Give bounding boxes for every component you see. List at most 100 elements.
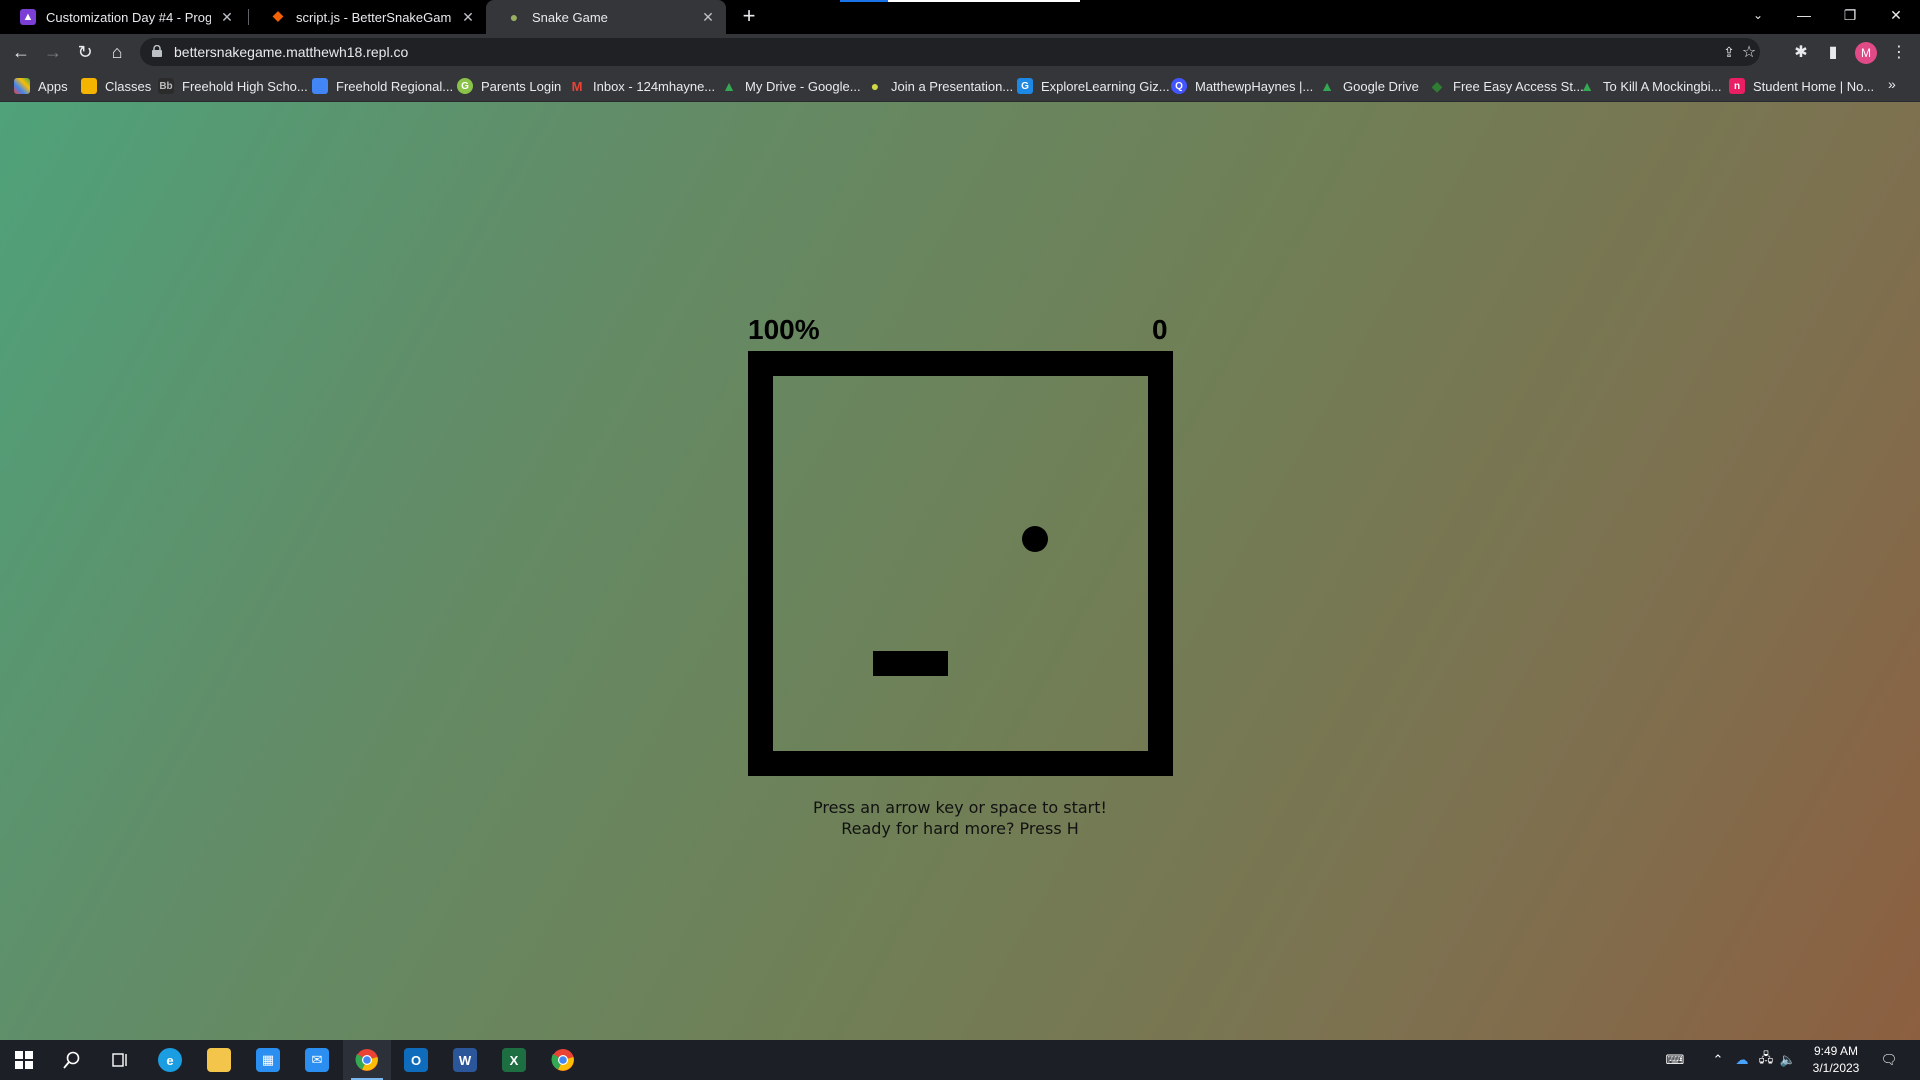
loading-indicator [840, 0, 888, 2]
network-icon[interactable]: 🖧 [1754, 1040, 1778, 1080]
hard-mode-instruction: Ready for hard more? Press H [841, 819, 1079, 838]
outlook-icon: O [404, 1048, 428, 1072]
close-window-button[interactable]: ✕ [1873, 0, 1919, 30]
gizmos-icon: G [1017, 78, 1033, 94]
extensions-icon[interactable]: ✱ [1787, 38, 1815, 66]
system-clock[interactable]: 9:49 AM 3/1/2023 [1806, 1043, 1866, 1077]
search-button[interactable] [48, 1040, 96, 1080]
tab-title: script.js - BetterSnakeGame - Rep [296, 9, 452, 25]
taskbar-edge[interactable]: e [146, 1040, 194, 1080]
bookmark-student-home[interactable]: n Student Home | No... [1729, 77, 1874, 95]
taskbar-excel[interactable]: X [490, 1040, 538, 1080]
show-hidden-icons-icon[interactable]: ⌃ [1706, 1040, 1730, 1080]
reload-button[interactable]: ↻ [71, 38, 99, 66]
food-dot [1022, 526, 1048, 552]
menu-icon[interactable]: ⋮ [1885, 38, 1913, 66]
snake-icon: ● [509, 9, 519, 25]
tab-title: Snake Game [532, 9, 608, 25]
profile-avatar[interactable]: M [1855, 42, 1877, 64]
bookmark-label: To Kill A Mockingbi... [1603, 78, 1722, 94]
start-button[interactable] [0, 1040, 48, 1080]
bookmark-label: Freehold Regional... [336, 78, 454, 94]
close-icon[interactable]: ✕ [700, 9, 716, 25]
more-bookmarks-icon[interactable]: » [1888, 76, 1896, 92]
new-tab-button[interactable]: + [737, 5, 761, 29]
tab-customization[interactable]: ▲ Customization Day #4 - Progress ✕ [0, 0, 245, 34]
restore-button[interactable]: ❐ [1827, 0, 1873, 30]
bookmark-to-kill-a-mockingbird[interactable]: ▲ To Kill A Mockingbi... [1579, 77, 1722, 95]
bookmark-label: Parents Login [481, 78, 562, 94]
taskbar-store[interactable]: ▦ [244, 1040, 292, 1080]
bookmark-freehold-high[interactable]: Bb Freehold High Scho... [158, 77, 308, 95]
volume-icon[interactable]: 🔈 [1776, 1040, 1800, 1080]
bookmark-label: Join a Presentation... [891, 78, 1014, 94]
bookmark-label: Freehold High Scho... [182, 78, 308, 94]
chrome-icon [355, 1049, 378, 1071]
bookmark-label: Student Home | No... [1753, 78, 1875, 94]
taskbar-file-explorer[interactable] [195, 1040, 243, 1080]
task-view-button[interactable] [96, 1040, 144, 1080]
keyboard-icon[interactable]: ⌨ [1658, 1040, 1692, 1080]
store-icon: ▦ [256, 1048, 280, 1072]
taskbar-word[interactable]: W [441, 1040, 489, 1080]
bookmark-label: MatthewpHaynes |... [1195, 78, 1314, 94]
bookmark-join-presentation[interactable]: ● Join a Presentation... [867, 77, 1013, 95]
chrome-icon [551, 1049, 574, 1071]
calendar-icon [312, 78, 328, 94]
tab-script-js[interactable]: ⯁ script.js - BetterSnakeGame - Rep ✕ [250, 0, 486, 34]
bookmark-explorelearning[interactable]: G ExploreLearning Giz... [1017, 77, 1170, 95]
bookmark-google-drive[interactable]: ▲ Google Drive [1319, 77, 1419, 95]
bookmark-apps[interactable]: Apps [14, 77, 68, 95]
forward-button[interactable]: → [39, 38, 67, 66]
tab-snake-game[interactable]: ● Snake Game ✕ [486, 0, 726, 34]
bookmark-label: Free Easy Access St... [1453, 78, 1584, 94]
search-icon [63, 1051, 80, 1069]
genesis-icon: G [457, 78, 473, 94]
close-icon[interactable]: ✕ [460, 9, 476, 25]
bookmark-parents-login[interactable]: G Parents Login [457, 77, 561, 95]
bookmark-freehold-regional[interactable]: Freehold Regional... [312, 77, 453, 95]
close-icon[interactable]: ✕ [219, 9, 235, 25]
edge-icon: e [158, 1048, 182, 1072]
taskbar-chrome-2[interactable] [539, 1040, 587, 1080]
home-button[interactable]: ⌂ [103, 38, 131, 66]
drive-icon: ▲ [1580, 78, 1594, 94]
file-explorer-icon [207, 1048, 231, 1072]
minimize-button[interactable]: — [1781, 0, 1827, 30]
bookmark-label: ExploreLearning Giz... [1041, 78, 1170, 94]
bookmark-inbox[interactable]: M Inbox - 124mhayne... [569, 77, 716, 95]
classroom-icon: ▲ [20, 9, 36, 25]
taskbar-outlook[interactable]: O [392, 1040, 440, 1080]
bookmark-label: My Drive - Google... [745, 78, 861, 94]
task-view-icon [112, 1053, 127, 1067]
bookmark-quizlet[interactable]: Q MatthewpHaynes |... [1171, 77, 1313, 95]
apps-grid-icon [14, 78, 30, 94]
taskbar-mail[interactable]: ✉ [293, 1040, 341, 1080]
classes-icon [81, 78, 97, 94]
noredink-icon: n [1729, 78, 1745, 94]
bookmark-classes[interactable]: Classes [81, 77, 151, 95]
notifications-icon[interactable]: 🗨 [1872, 1040, 1906, 1080]
tab-strip: ▲ Customization Day #4 - Progress ✕ ⯁ sc… [0, 0, 1920, 34]
side-panel-icon[interactable]: ▮ [1819, 38, 1847, 66]
bookmark-star-icon[interactable]: ☆ [1735, 38, 1763, 66]
bookmark-label: Google Drive [1343, 78, 1419, 94]
address-bar[interactable]: bettersnakegame.matthewh18.repl.co ⇪ ☆ [140, 38, 1760, 66]
gmail-icon: M [571, 78, 583, 94]
back-button[interactable]: ← [7, 38, 35, 66]
excel-icon: X [502, 1048, 526, 1072]
drive-icon: ▲ [1320, 78, 1334, 94]
taskbar-chrome[interactable] [343, 1040, 391, 1080]
start-instruction: Press an arrow key or space to start! [813, 798, 1107, 817]
tab-title: Customization Day #4 - Progress [46, 9, 211, 25]
loading-indicator-track [888, 0, 1080, 2]
bookmark-my-drive[interactable]: ▲ My Drive - Google... [721, 77, 861, 95]
bookmark-free-easy-access[interactable]: ◆ Free Easy Access St... [1429, 77, 1584, 95]
bookmark-label: Classes [105, 78, 152, 94]
url-text: bettersnakegame.matthewh18.repl.co [174, 44, 409, 60]
game-board[interactable] [748, 351, 1173, 776]
onedrive-icon[interactable]: ☁ [1730, 1040, 1754, 1080]
snake-body [873, 651, 948, 676]
tab-search-icon[interactable]: ⌄ [1735, 0, 1781, 30]
word-icon: W [453, 1048, 477, 1072]
